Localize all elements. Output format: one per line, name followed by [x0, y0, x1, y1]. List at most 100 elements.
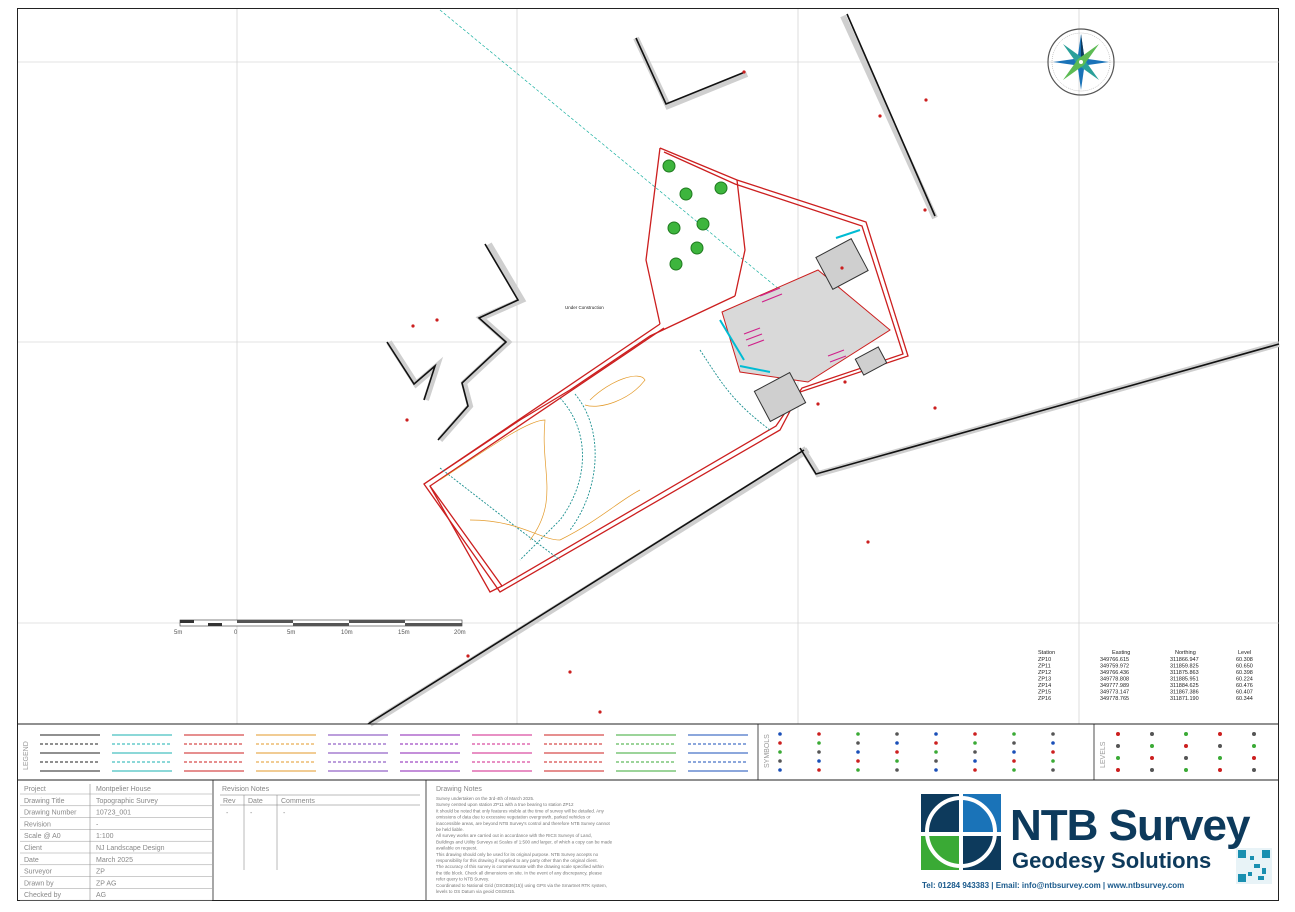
symbol-marker-icon	[973, 732, 977, 736]
level-marker-icon	[1252, 756, 1256, 760]
symbol-marker-icon	[973, 741, 977, 745]
symbol-marker-icon	[895, 750, 899, 754]
station-cell: 60.344	[1236, 696, 1253, 702]
drawing-note-line: It should be noted that only features vi…	[436, 808, 605, 813]
legend-band: LEGEND SYMBOLS LEVELS	[18, 723, 1279, 781]
drawing-notes-title: Drawing Notes	[436, 786, 482, 793]
symbol-marker-icon	[1051, 750, 1055, 754]
legend-label: LEGEND	[23, 741, 30, 770]
symbols-label: SYMBOLS	[764, 734, 771, 768]
station-cell: ZP11	[1038, 664, 1051, 670]
symbol-marker-icon	[934, 759, 938, 763]
station-cell: 349778.765	[1100, 696, 1129, 702]
symbol-marker-icon	[1051, 768, 1055, 772]
station-cell: 60.224	[1236, 677, 1253, 683]
station-cell: 60.407	[1236, 690, 1253, 696]
site-boundary	[423, 147, 909, 593]
level-marker-icon	[1116, 768, 1120, 772]
brand-contact: Tel: 01284 943383 | Email: info@ntbsurve…	[922, 881, 1184, 890]
symbol-marker-icon	[778, 741, 782, 745]
stations-header-northing: Northing	[1175, 650, 1196, 656]
level-marker-icon	[1184, 744, 1188, 748]
rev-cell: -	[250, 810, 253, 817]
title-block-label: Project	[24, 786, 46, 793]
drawing-note-line: available on request.	[436, 846, 478, 851]
station-cell: 311866.947	[1170, 657, 1199, 663]
drawing-note-line: refer query to NTB Survey.	[436, 877, 489, 882]
level-marker-icon	[1116, 756, 1120, 760]
station-cell: 311867.386	[1170, 690, 1199, 696]
symbol-marker-icon	[778, 750, 782, 754]
drawing-note-line: responsibility for this drawing if suppl…	[436, 858, 598, 863]
station-cell: 311871.190	[1170, 696, 1199, 702]
station-cell: ZP13	[1038, 677, 1051, 683]
symbol-marker-icon	[856, 750, 860, 754]
level-marker-icon	[1184, 756, 1188, 760]
station-cell: ZP10	[1038, 657, 1051, 663]
symbol-marker-icon	[895, 759, 899, 763]
ntb-logo: NTB Survey Geodesy Solutions Tel: 01284 …	[921, 794, 1272, 890]
level-marker-icon	[1252, 744, 1256, 748]
level-marker-icon	[1150, 744, 1154, 748]
station-cell: ZP15	[1038, 690, 1051, 696]
symbol-marker-icon	[856, 741, 860, 745]
drawing-note-line: Survey centred upon station ZP11 with a …	[436, 802, 574, 807]
stations-table: Station Easting Northing Level ZP10 34976…	[1038, 650, 1253, 702]
revision-notes-title: Revision Notes	[222, 786, 270, 793]
title-block-value: 10723_001	[96, 810, 131, 817]
symbol-marker-icon	[856, 732, 860, 736]
symbol-marker-icon	[1051, 732, 1055, 736]
outbuilding-small	[854, 346, 888, 376]
symbol-marker-icon	[817, 768, 821, 772]
level-marker-icon	[1252, 732, 1256, 736]
symbol-marker-icon	[895, 732, 899, 736]
stations-header-level: Level	[1238, 650, 1251, 656]
station-cell: 349778.808	[1100, 677, 1129, 683]
level-marker-icon	[1218, 756, 1222, 760]
symbol-marker-icon	[817, 732, 821, 736]
scale-tick-label: 10m	[341, 630, 353, 636]
symbol-marker-icon	[934, 768, 938, 772]
symbol-marker-icon	[817, 750, 821, 754]
revision-notes: Revision Notes Rev Date Comments - - -	[220, 786, 420, 870]
rev-header-comments: Comments	[281, 798, 315, 805]
title-block-value: March 2025	[96, 857, 133, 864]
symbol-marker-icon	[973, 759, 977, 763]
station-cell: ZP14	[1038, 683, 1051, 689]
level-marker-icon	[1116, 744, 1120, 748]
title-block-label: Date	[24, 857, 39, 864]
title-block-value: ZP	[96, 869, 105, 876]
survey-drawing: Under Construction 5m 0 5m 10m 15m 20m S…	[18, 9, 1280, 901]
symbol-marker-icon	[895, 741, 899, 745]
title-block-label: Revision	[24, 821, 51, 828]
level-marker-icon	[1184, 768, 1188, 772]
drawing-note-line: the title block. Check all dimensions on…	[436, 870, 603, 875]
drawing-note-line: The accuracy of this survey is commensur…	[436, 864, 604, 869]
station-cell: ZP16	[1038, 696, 1051, 702]
levels-label: LEVELS	[1100, 741, 1107, 768]
grid-lines	[18, 9, 1279, 724]
symbol-marker-icon	[856, 759, 860, 763]
footpath-edges	[439, 349, 771, 561]
brand-name: NTB Survey	[1010, 801, 1251, 850]
rev-cell: -	[226, 810, 229, 817]
drawing-note-line: inaccessible areas, are beyond NTB Surve…	[436, 821, 610, 826]
scale-tick-label: 20m	[454, 630, 466, 636]
scale-tick-label: 5m	[174, 630, 182, 636]
station-cell: 311859.825	[1170, 664, 1199, 670]
level-marker-icon	[1184, 732, 1188, 736]
title-block-value: -	[96, 821, 99, 828]
drawing-note-line: Survey undertaken on the 3rd-4th of Marc…	[436, 796, 534, 801]
drawing-note-line: This drawing should only be used for its…	[436, 852, 599, 857]
station-cell: 60.308	[1236, 657, 1253, 663]
symbol-marker-icon	[778, 759, 782, 763]
symbol-marker-icon	[1051, 741, 1055, 745]
station-cell: 311885.951	[1170, 677, 1199, 683]
level-marker-icon	[1150, 756, 1154, 760]
site-label: Under Construction	[565, 305, 604, 310]
title-block-label: Surveyor	[24, 869, 53, 876]
title-block-label: Drawing Title	[24, 798, 65, 805]
station-cell: 60.398	[1236, 670, 1253, 676]
symbol-marker-icon	[1012, 750, 1016, 754]
stations-header-easting: Easting	[1112, 650, 1130, 656]
